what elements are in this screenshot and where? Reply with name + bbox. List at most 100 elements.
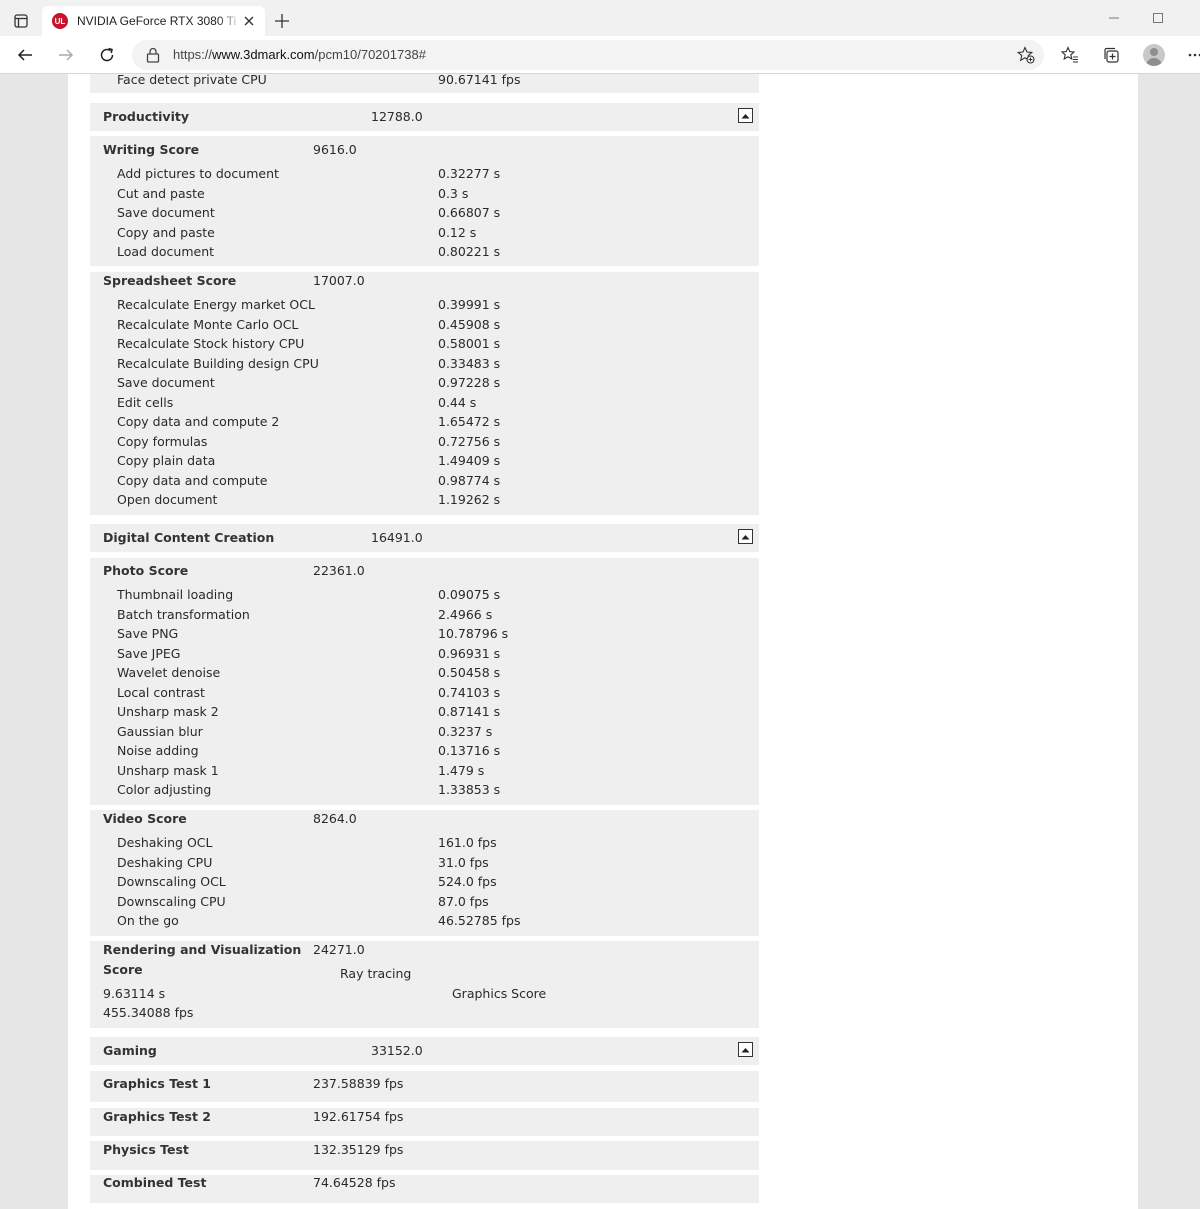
item-value: 0.87141 s [438,704,501,719]
item-label: Noise adding [117,743,199,758]
item-value: 1.65472 s [438,414,501,429]
item-label: Recalculate Monte Carlo OCL [117,316,299,332]
item-label: Thumbnail loading [117,587,234,602]
item-value: 1.33853 s [438,782,501,797]
add-favorite-icon[interactable] [1016,45,1036,65]
subsection-score: 9616.0 [313,142,357,157]
item-label: Copy and paste [117,224,215,240]
url-path: /pcm10/70201738# [314,47,426,62]
test-value: 192.61754 fps [313,1109,404,1124]
item-value: 0.12 s [438,224,477,240]
browser-toolbar: https://www.3dmark.com/pcm10/70201738# [0,36,1200,74]
collapse-gaming-icon[interactable] [738,1042,753,1057]
item-label: Add pictures to document [117,166,279,181]
profile-avatar[interactable] [1143,44,1165,66]
forward-arrow-icon[interactable] [53,42,79,68]
item-value: 0.33483 s [438,355,501,371]
item-value: 1.19262 s [438,492,501,507]
item-value: 2.4966 s [438,606,493,622]
item-value: 46.52785 fps [438,913,521,928]
item-value: 0.3237 s [438,723,493,739]
item-label: Downscaling OCL [117,874,226,889]
item-label: Copy data and compute 2 [117,414,280,429]
item-label: Local contrast [117,684,205,700]
subsection-score: 22361.0 [313,563,365,578]
graphics-score-label: Graphics Score [452,985,547,1001]
test-label: Graphics Test 1 [103,1076,212,1091]
subsection-title: Spreadsheet Score [103,273,237,288]
item-value: 0.3 s [438,185,469,201]
item-label: Load document [117,244,215,259]
item-label: Downscaling CPU [117,893,226,909]
item-label: Gaussian blur [117,723,203,739]
subsection-score: 24271.0 [313,942,365,957]
ray-tracing-value: 9.63114 s [103,985,166,1001]
refresh-icon[interactable] [94,42,120,68]
item-value: 0.45908 s [438,316,501,332]
gaming-header: Gaming 33152.0 [90,1037,759,1065]
back-arrow-icon[interactable] [12,42,38,68]
minimize-icon[interactable] [1099,8,1129,28]
url-prefix: https:// [173,47,213,62]
item-value: 161.0 fps [438,835,497,850]
productivity-header: Productivity 12788.0 [90,103,759,131]
item-label: Recalculate Stock history CPU [117,336,305,351]
more-options-icon[interactable] [1184,44,1200,66]
lock-icon[interactable] [146,47,160,67]
row-label: Face detect private CPU [117,74,267,87]
item-value: 1.479 s [438,762,485,778]
close-tab-icon[interactable] [241,13,257,29]
section-score: 33152.0 [371,1043,423,1058]
item-value: 0.09075 s [438,587,501,602]
new-tab-icon[interactable] [272,11,292,31]
address-bar[interactable]: https://www.3dmark.com/pcm10/70201738# [132,40,1044,70]
url-text[interactable]: https://www.3dmark.com/pcm10/70201738# [173,47,426,62]
item-value: 0.50458 s [438,665,501,680]
combined-test-row: Combined Test 74.64528 fps [90,1175,759,1203]
item-label: Unsharp mask 1 [117,762,219,778]
item-label: Wavelet denoise [117,665,221,680]
item-value: 0.96931 s [438,645,501,661]
item-label: Unsharp mask 2 [117,704,219,719]
test-label: Combined Test [103,1175,207,1190]
tab-actions-icon[interactable] [8,8,34,34]
page-viewport: Face detect private CPU 90.67141 fps Pro… [0,74,1200,1209]
maximize-icon[interactable] [1143,8,1173,28]
physics-test-row: Physics Test 132.35129 fps [90,1141,759,1170]
browser-tab[interactable]: UL NVIDIA GeForce RTX 3080 Ti video card… [42,6,265,36]
subsection-title-line1: Rendering and Visualization [103,942,302,957]
item-value: 31.0 fps [438,854,489,870]
favorites-icon[interactable] [1059,44,1081,66]
row-value: 90.67141 fps [438,74,521,87]
collapse-dcc-icon[interactable] [738,529,753,544]
section-score: 12788.0 [371,109,423,124]
collapse-productivity-icon[interactable] [738,108,753,123]
section-score: 16491.0 [371,530,423,545]
subsection-title: Video Score [103,811,187,826]
test-label: Physics Test [103,1142,189,1157]
subsection-score: 17007.0 [313,273,365,288]
item-label: Color adjusting [117,782,212,797]
graphics-test-2-row: Graphics Test 2 192.61754 fps [90,1108,759,1136]
item-value: 0.58001 s [438,336,501,351]
item-label: On the go [117,913,179,928]
item-value: 0.66807 s [438,205,501,220]
dcc-header: Digital Content Creation 16491.0 [90,524,759,552]
spreadsheet-block: Spreadsheet Score 17007.0 Recalculate En… [90,272,759,515]
item-label: Edit cells [117,394,174,410]
test-value: 74.64528 fps [313,1175,396,1190]
essentials-tail-block: Face detect private CPU 90.67141 fps [90,74,759,93]
rendering-block: Rendering and Visualization Score 24271.… [90,941,759,1028]
ray-tracing-label: Ray tracing [340,966,412,981]
3dmark-favicon-icon: UL [52,13,68,29]
item-value: 0.39991 s [438,297,501,312]
item-value: 0.44 s [438,394,477,410]
item-label: Batch transformation [117,606,250,622]
subsection-score: 8264.0 [313,811,357,826]
test-value: 237.58839 fps [313,1076,404,1091]
item-label: Deshaking CPU [117,854,213,870]
collections-icon[interactable] [1100,44,1122,66]
tab-strip: UL NVIDIA GeForce RTX 3080 Ti video card… [0,0,1200,36]
subsection-title: Photo Score [103,563,189,578]
item-label: Cut and paste [117,185,205,201]
